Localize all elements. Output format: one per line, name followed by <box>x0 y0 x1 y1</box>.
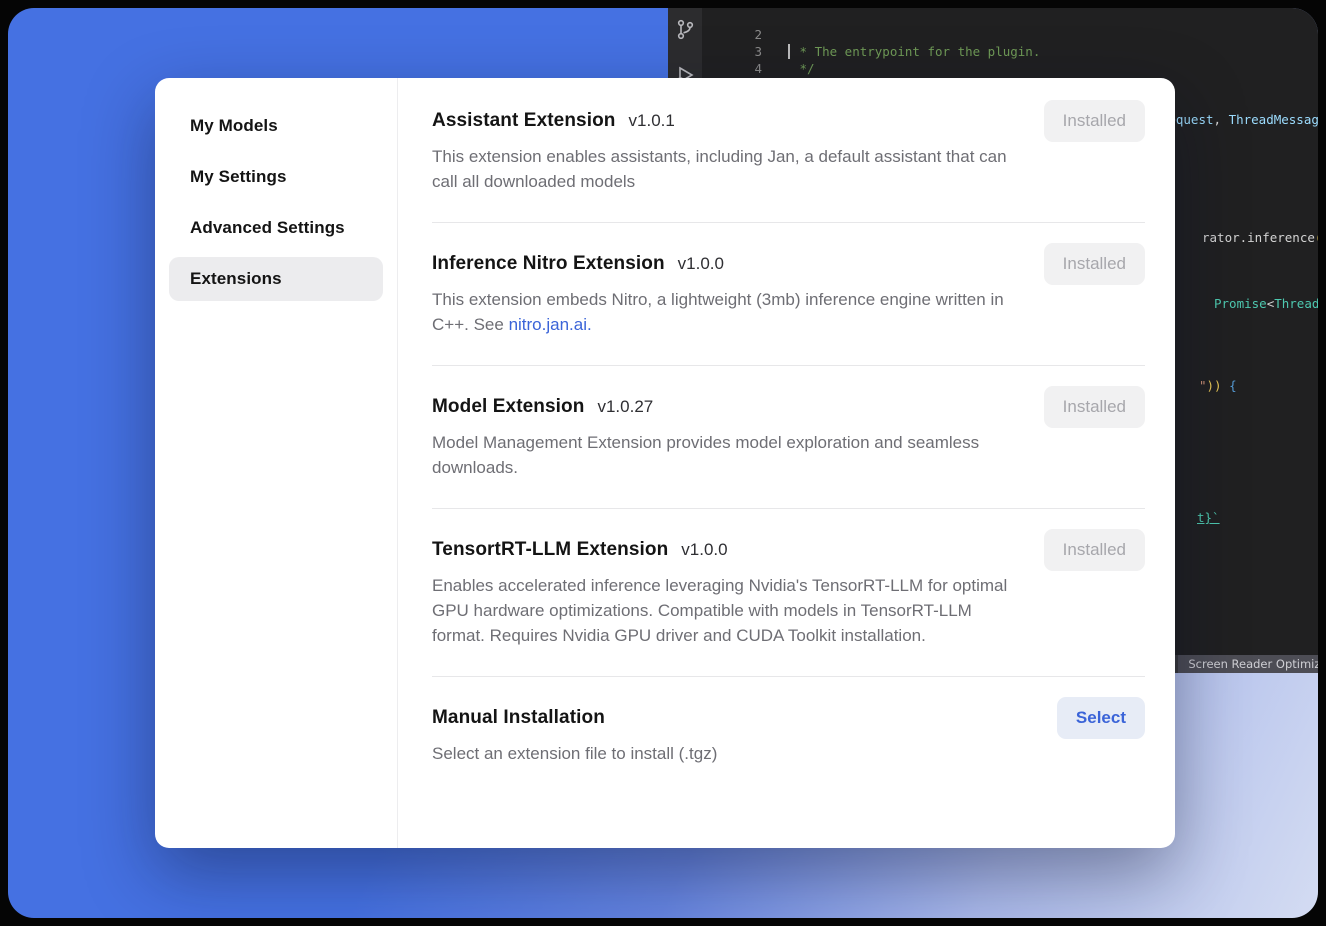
code-fragment: t}` <box>1197 510 1220 525</box>
code-line: 3 */ <box>702 26 1318 43</box>
extension-title: TensortRT-LLM Extension <box>432 539 668 561</box>
extension-description: This extension enables assistants, inclu… <box>432 144 1017 194</box>
code-line: 5 // Web / extension runtime <box>702 60 1318 77</box>
nitro-jan-ai-link[interactable]: nitro.jan.ai. <box>509 315 592 334</box>
settings-sidebar: My Models My Settings Advanced Settings … <box>155 78 398 848</box>
extension-description: Enables accelerated inference leveraging… <box>432 573 1017 648</box>
extension-title: Assistant Extension <box>432 110 616 132</box>
extension-version: v1.0.27 <box>597 397 653 417</box>
extension-version: v1.0.0 <box>678 254 724 274</box>
sidebar-item-my-models[interactable]: My Models <box>169 104 383 148</box>
extension-title: Inference Nitro Extension <box>432 253 665 275</box>
extension-version: v1.0.0 <box>681 540 727 560</box>
code-line: 4 <box>702 43 1318 60</box>
code-fragment: rator.inference(data)); <box>1202 230 1318 245</box>
extension-row-assistant: Assistant Extension v1.0.1 This extensio… <box>432 110 1145 223</box>
installed-button[interactable]: Installed <box>1044 243 1145 285</box>
code-line: 2 * The entrypoint for the plugin. <box>702 9 1318 26</box>
text-cursor <box>788 44 790 59</box>
extension-row-nitro: Inference Nitro Extension v1.0.0 This ex… <box>432 223 1145 366</box>
extension-title: Manual Installation <box>432 707 605 729</box>
extensions-list: Assistant Extension v1.0.1 This extensio… <box>398 78 1175 848</box>
installed-button[interactable]: Installed <box>1044 386 1145 428</box>
desktop-scene: 2 * The entrypoint for the plugin. 3 */ … <box>8 8 1318 918</box>
installed-button[interactable]: Installed <box>1044 100 1145 142</box>
settings-modal: My Models My Settings Advanced Settings … <box>155 78 1175 848</box>
sidebar-item-extensions[interactable]: Extensions <box>169 257 383 301</box>
extension-description: Select an extension file to install (.tg… <box>432 741 1017 766</box>
sidebar-item-advanced-settings[interactable]: Advanced Settings <box>169 206 383 250</box>
extension-version: v1.0.1 <box>629 111 675 131</box>
extension-description: Model Management Extension provides mode… <box>432 430 1017 480</box>
extension-description: This extension embeds Nitro, a lightweig… <box>432 287 1017 337</box>
select-file-button[interactable]: Select <box>1057 697 1145 739</box>
code-fragment: ")) { <box>1199 378 1237 393</box>
extension-row-tensorrt: TensortRT-LLM Extension v1.0.0 Enables a… <box>432 509 1145 677</box>
sidebar-item-my-settings[interactable]: My Settings <box>169 155 383 199</box>
installed-button[interactable]: Installed <box>1044 529 1145 571</box>
source-control-icon[interactable] <box>673 18 697 42</box>
extension-row-model: Model Extension v1.0.27 Model Management… <box>432 366 1145 509</box>
code-fragment: Promise<ThreadMessage> <box>1214 296 1318 311</box>
extension-row-manual-installation: Manual Installation Select an extension … <box>432 677 1145 794</box>
screen-reader-status[interactable]: Screen Reader Optimized <box>1178 655 1318 673</box>
extension-title: Model Extension <box>432 396 584 418</box>
